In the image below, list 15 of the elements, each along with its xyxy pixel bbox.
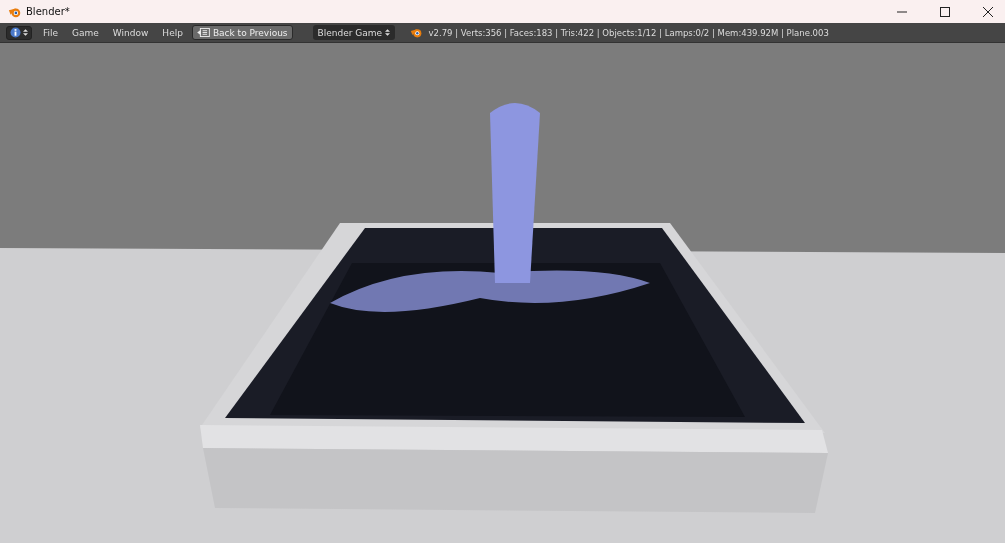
menu-item[interactable]: File	[36, 27, 66, 38]
info-icon	[10, 27, 21, 38]
scene-statistics: v2.79 | Verts:356 | Faces:183 | Tris:422 | Objects:1/12 | Lamps:0/2 | Mem:439.92M | Plane.003	[428, 27, 829, 38]
window-title: Blender*	[26, 6, 70, 17]
app-logo-icon	[409, 26, 423, 39]
menu-item[interactable]: Help	[155, 27, 190, 38]
updown-arrows-icon	[23, 28, 28, 37]
maximize-icon[interactable]	[939, 5, 951, 18]
editor-type-button[interactable]	[6, 25, 32, 40]
menu-item[interactable]: Game	[65, 27, 106, 38]
close-icon[interactable]	[982, 5, 994, 18]
engine-dropdown[interactable]: Blender Game	[312, 25, 395, 40]
menu-item[interactable]: Window	[105, 27, 156, 38]
updown-arrows-icon	[384, 28, 390, 37]
back-to-previous-button[interactable]: Back to Previous	[191, 25, 293, 40]
